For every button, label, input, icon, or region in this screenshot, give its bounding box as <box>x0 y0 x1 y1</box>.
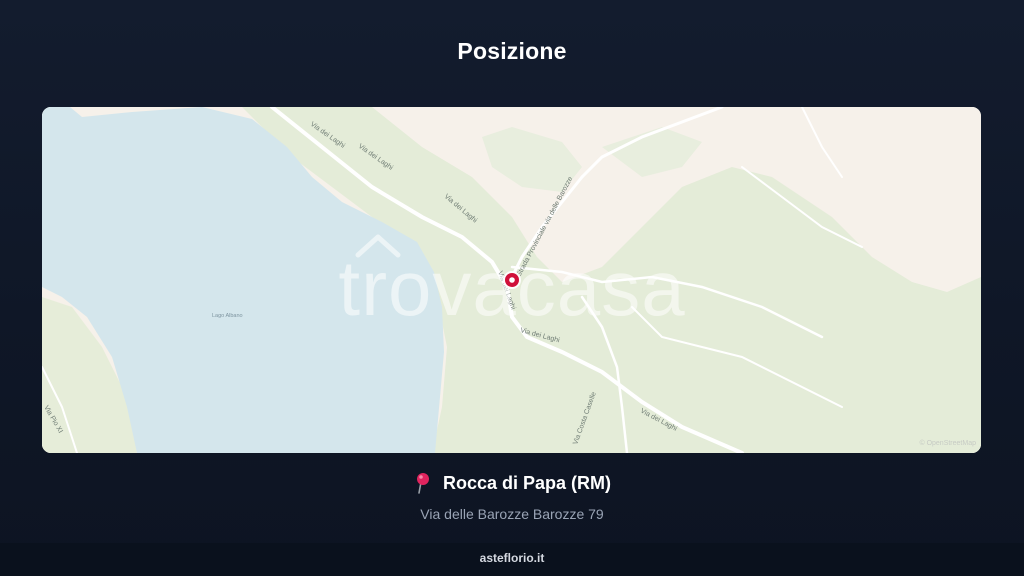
page: Posizione Via dei Laghi Via dei Laghi Vi… <box>0 0 1024 576</box>
footer: asteflorio.it <box>0 543 1024 576</box>
location-title: Rocca di Papa (RM) <box>442 472 612 493</box>
location-map[interactable]: Via dei Laghi Via dei Laghi Via dei Lagh… <box>42 107 981 453</box>
section-title: Posizione <box>457 38 567 64</box>
location-title-row: Rocca di Papa (RM) <box>413 472 611 494</box>
footer-site-link[interactable]: asteflorio.it <box>480 551 545 565</box>
lake-label: Lago Albano <box>212 313 243 319</box>
location-address: Via delle Barozze Barozze 79 <box>420 506 604 522</box>
round-pushpin-icon <box>413 472 433 494</box>
map-attribution: © OpenStreetMap <box>919 439 976 447</box>
location-info: Rocca di Papa (RM) Via delle Barozze Bar… <box>0 472 1024 522</box>
map-canvas[interactable]: Via dei Laghi Via dei Laghi Via dei Lagh… <box>42 107 981 453</box>
location-marker-icon[interactable] <box>503 271 521 289</box>
